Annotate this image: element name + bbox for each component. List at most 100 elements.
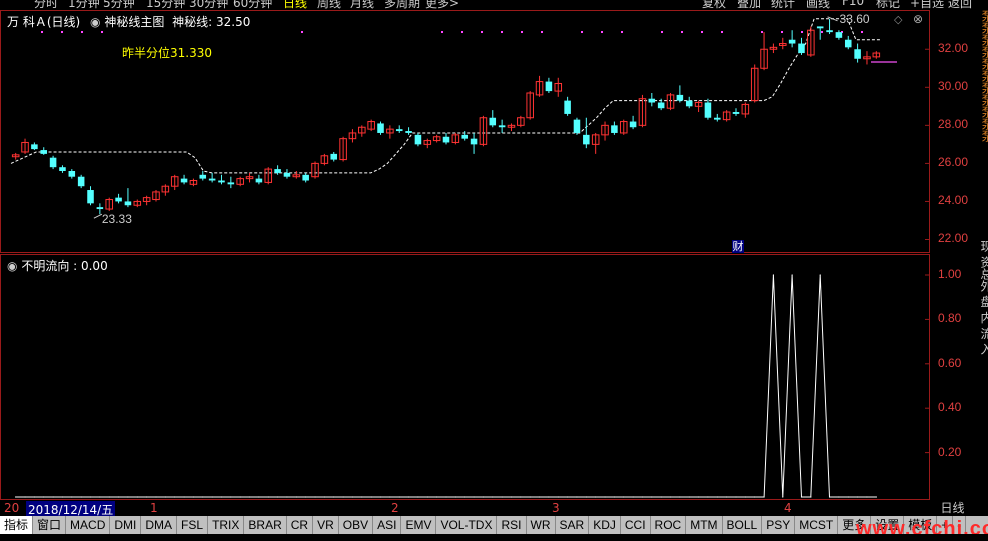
flow-point-89 — [847, 496, 849, 498]
candle-body-89 — [844, 39, 852, 48]
candle-body-7 — [77, 176, 85, 187]
month-mark-3: 3 — [552, 501, 560, 515]
top-dot-21 — [821, 31, 823, 33]
menu-item-4[interactable]: 30分钟 — [189, 0, 228, 9]
flow-point-36 — [351, 496, 354, 498]
candle-body-88 — [835, 32, 843, 38]
menu-item-0[interactable]: 分时 — [34, 0, 58, 9]
top-dot-0 — [41, 31, 43, 33]
candle-body-12 — [124, 201, 132, 206]
menu-item-8[interactable]: 月线 — [350, 0, 374, 9]
flow-point-87 — [828, 496, 831, 498]
tab-vol-tdx[interactable]: VOL-TDX — [436, 516, 498, 534]
flow-point-54 — [520, 496, 522, 498]
flow-point-43 — [417, 496, 419, 498]
price-tick-2: 28.00 — [938, 117, 969, 132]
tab-brar[interactable]: BRAR — [244, 516, 287, 534]
candle-body-75 — [714, 117, 721, 120]
right-menu-item-4[interactable]: F10 — [842, 0, 864, 8]
far-right-glyphs: 泵泵泵泵泵泵泵泵泵泵泵 — [980, 10, 988, 142]
flow-point-46 — [445, 496, 447, 498]
tab-dmi[interactable]: DMI — [110, 516, 142, 534]
candle-body-77 — [732, 112, 740, 114]
tab-sar[interactable]: SAR — [556, 516, 590, 534]
flow-point-18 — [183, 496, 185, 498]
candle-body-21 — [208, 178, 216, 181]
flow-point-52 — [501, 496, 503, 498]
candle-body-61 — [583, 134, 590, 145]
tab-dma[interactable]: DMA — [141, 516, 178, 534]
top-dot-17 — [721, 31, 723, 33]
tab-trix[interactable]: TRIX — [208, 516, 245, 534]
flow-point-35 — [342, 496, 344, 498]
tab-窗口[interactable]: 窗口 — [33, 516, 67, 534]
flow-point-17 — [174, 496, 176, 498]
month-mark-1: 1 — [150, 501, 158, 515]
flow-point-26 — [258, 496, 260, 498]
flow-tick-2: 0.60 — [938, 355, 962, 370]
flow-point-91 — [866, 496, 868, 498]
flow-point-14 — [146, 496, 148, 498]
flow-point-55 — [529, 496, 531, 498]
flow-tick-4: 0.20 — [938, 444, 962, 459]
right-menu-item-1[interactable]: 叠加 — [737, 0, 761, 9]
main-chart-panel[interactable]: 万 科Ａ(日线) ◉ 神秘线主图 神秘线: 32.50 ◇ ⊗ 昨半分位31.3… — [0, 10, 930, 253]
flow-point-9 — [99, 496, 101, 498]
tab-boll[interactable]: BOLL — [723, 516, 763, 534]
low-marker-label: 23.33 — [102, 212, 132, 226]
tab-macd[interactable]: MACD — [66, 516, 111, 534]
right-menu-item-7[interactable]: 返回 — [948, 0, 972, 9]
tab-obv[interactable]: OBV — [339, 516, 374, 534]
tab-mcst[interactable]: MCST — [795, 516, 839, 534]
tab-vr[interactable]: VR — [313, 516, 339, 534]
flow-point-34 — [333, 496, 335, 498]
flow-point-44 — [426, 496, 428, 498]
flow-point-19 — [192, 496, 195, 498]
flow-point-67 — [641, 496, 644, 498]
sub-indicator-panel[interactable]: ◉ 不明流向 : 0.00 — [0, 254, 930, 500]
right-menu-item-6[interactable]: +自选 — [910, 0, 944, 9]
flow-point-30 — [295, 496, 297, 498]
menu-item-3[interactable]: 15分钟 — [146, 0, 185, 9]
tab-kdj[interactable]: KDJ — [589, 516, 621, 534]
menu-item-10[interactable]: 更多> — [425, 0, 459, 9]
top-dot-13 — [621, 31, 623, 33]
tab-cci[interactable]: CCI — [621, 516, 651, 534]
flow-point-41 — [398, 496, 400, 498]
right-menu-item-3[interactable]: 画线 — [806, 0, 830, 9]
right-menu-item-0[interactable]: 复权 — [702, 0, 726, 9]
candle-body-51 — [489, 117, 497, 126]
tab-roc[interactable]: ROC — [651, 516, 687, 534]
menu-item-5[interactable]: 60分钟 — [233, 0, 272, 9]
date-year-prefix: 20 — [4, 501, 20, 515]
flow-point-32 — [314, 496, 316, 498]
date-axis: 20 2018/12/14/五 1 2 3 4 — [0, 500, 930, 518]
flow-point-24 — [239, 496, 241, 498]
candle-body-6 — [68, 171, 76, 177]
menu-item-9[interactable]: 多周期 — [384, 0, 420, 9]
tab-psy[interactable]: PSY — [762, 516, 796, 534]
tab-mtm[interactable]: MTM — [686, 516, 723, 534]
flow-point-80 — [763, 496, 765, 498]
tab-指标[interactable]: 指标 — [0, 516, 34, 534]
candle-body-34 — [330, 153, 338, 160]
menu-item-7[interactable]: 周线 — [317, 0, 341, 9]
tab-fsl[interactable]: FSL — [177, 516, 209, 534]
candle-body-87 — [826, 30, 833, 33]
menu-item-1[interactable]: 1分钟 — [68, 0, 100, 9]
flow-point-56 — [538, 496, 541, 498]
candle-body-2 — [31, 144, 38, 150]
tab-emv[interactable]: EMV — [401, 516, 437, 534]
menu-item-2[interactable]: 5分钟 — [103, 0, 135, 9]
tab-wr[interactable]: WR — [527, 516, 556, 534]
candle-body-11 — [115, 197, 122, 202]
right-menu-item-2[interactable]: 统计 — [771, 0, 795, 9]
flow-point-63 — [604, 496, 606, 498]
menu-item-6[interactable]: 日线 — [283, 0, 307, 9]
tab-cr[interactable]: CR — [287, 516, 314, 534]
right-menu-item-5[interactable]: 标记 — [876, 0, 900, 9]
tab-asi[interactable]: ASI — [373, 516, 402, 534]
tab-rsi[interactable]: RSI — [497, 516, 527, 534]
flow-point-3 — [43, 496, 45, 498]
top-dot-9 — [521, 31, 523, 33]
